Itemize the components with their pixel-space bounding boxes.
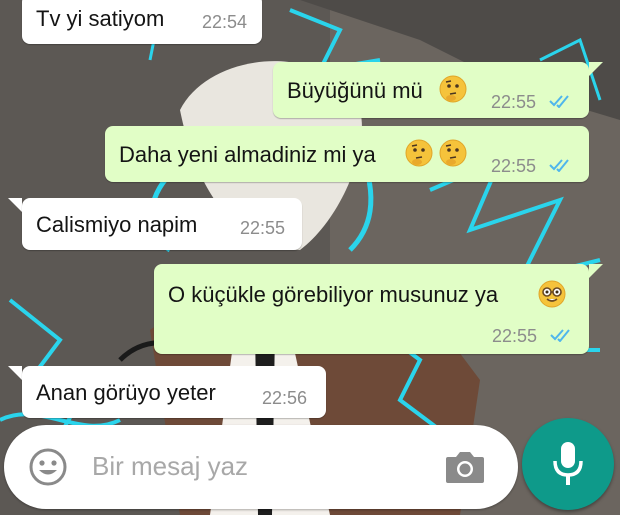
message-bubble-incoming[interactable]: Anan görüyo yeter 22:56	[22, 366, 326, 418]
message-text: Daha yeni almadiniz mi ya	[119, 142, 376, 167]
thinking-face-icon	[439, 139, 467, 167]
bubble-tail	[8, 198, 22, 212]
thinking-face-icon	[439, 75, 467, 103]
message-bubble-outgoing[interactable]: O küçükle görebiliyor musunuz ya 22:55	[154, 264, 589, 354]
message-bubble-outgoing[interactable]: Daha yeni almadiniz mi ya 22:55	[105, 126, 589, 182]
message-time: 22:55	[240, 218, 286, 238]
read-ticks-icon	[549, 159, 569, 172]
message-time: 22:55	[491, 156, 537, 176]
emoji-icon[interactable]	[28, 447, 68, 487]
message-time: 22:55	[491, 92, 537, 112]
message-text: Calismiyo napim	[36, 212, 198, 237]
message-time: 22:56	[262, 388, 308, 408]
bubble-tail	[589, 264, 603, 278]
message-input-placeholder[interactable]: Bir mesaj yaz	[92, 451, 248, 482]
voice-message-button[interactable]	[522, 418, 614, 510]
read-ticks-icon	[549, 95, 569, 108]
chat-screen: Tv yi satiyom 22:54 Büyüğünü mü 22:55 Da…	[0, 0, 620, 515]
message-bubble-incoming[interactable]: Tv yi satiyom 22:54	[22, 0, 262, 44]
message-time: 22:55	[492, 326, 538, 346]
bubble-tail	[8, 366, 22, 380]
message-bubble-outgoing[interactable]: Büyüğünü mü 22:55	[273, 62, 589, 118]
message-text: Anan görüyo yeter	[36, 380, 216, 405]
message-time: 22:54	[202, 12, 248, 32]
microphone-icon	[553, 442, 583, 485]
message-text: Tv yi satiyom	[36, 6, 165, 31]
thinking-face-icon	[405, 139, 433, 167]
message-bubble-incoming[interactable]: Calismiyo napim 22:55	[22, 198, 302, 250]
message-text: O küçükle görebiliyor musunuz ya	[168, 282, 499, 307]
camera-icon[interactable]	[444, 449, 486, 485]
read-ticks-icon	[550, 329, 570, 342]
bubble-tail	[589, 62, 603, 76]
message-text: Büyüğünü mü	[287, 78, 423, 103]
nerd-face-icon	[538, 280, 566, 308]
message-composer[interactable]: Bir mesaj yaz	[4, 425, 518, 509]
